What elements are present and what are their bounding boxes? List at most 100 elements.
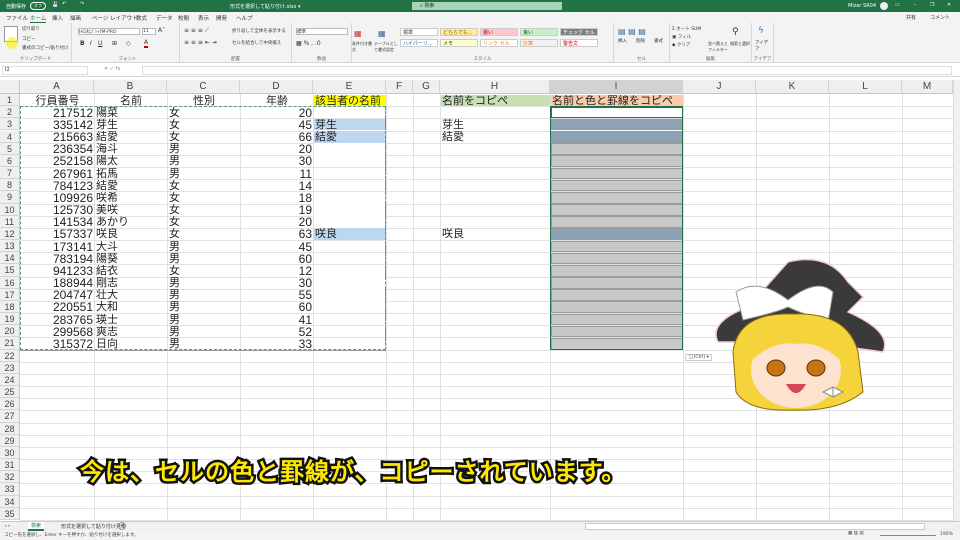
- format-painter-button[interactable]: 書式のコピー/貼り付け: [22, 45, 69, 51]
- cell-style-6[interactable]: メモ: [440, 39, 478, 47]
- column-header-K[interactable]: K: [756, 80, 829, 94]
- conditional-format-icon[interactable]: ▦: [354, 29, 362, 38]
- ideas-button[interactable]: アイデア: [755, 40, 769, 52]
- row-header-21[interactable]: 21: [0, 337, 20, 350]
- font-size-select[interactable]: 11: [142, 28, 156, 35]
- underline-button[interactable]: U: [98, 40, 102, 47]
- row-header-6[interactable]: 6: [0, 154, 20, 167]
- delete-button[interactable]: 削除: [636, 38, 645, 44]
- sheet-tab-search[interactable]: 検索: [28, 522, 45, 531]
- tab-3[interactable]: 描画: [70, 14, 81, 22]
- cell-H1[interactable]: 名前をコピペ: [441, 94, 550, 107]
- column-header-B[interactable]: B: [94, 80, 167, 94]
- row-header-7[interactable]: 7: [0, 167, 20, 180]
- sort-filter-button[interactable]: 並べ替えとフィルター: [708, 41, 730, 53]
- row-header-33[interactable]: 33: [0, 483, 20, 496]
- row-header-28[interactable]: 28: [0, 422, 20, 435]
- autosum-button[interactable]: Σ オート SUM: [672, 26, 701, 32]
- number-format-icons[interactable]: ▦ % , .0: [296, 40, 321, 47]
- column-header-J[interactable]: J: [683, 80, 756, 94]
- search-box[interactable]: ⌕ 検索: [412, 2, 562, 10]
- fill-color-icon[interactable]: ◇: [126, 40, 131, 47]
- comment-button[interactable]: コメント: [930, 14, 950, 21]
- tab-4[interactable]: ページ レイアウト: [92, 14, 138, 22]
- row-header-30[interactable]: 30: [0, 446, 20, 460]
- horizontal-scrollbar[interactable]: [585, 523, 925, 530]
- align-left-icons[interactable]: ≡ ≡ ≡ ⇤ ⇥: [184, 39, 217, 46]
- bold-button[interactable]: B: [80, 40, 85, 47]
- column-header-D[interactable]: D: [240, 80, 313, 94]
- row-header-15[interactable]: 15: [0, 264, 20, 277]
- fill-button[interactable]: ▣ フィル: [672, 34, 691, 40]
- column-header-L[interactable]: L: [829, 80, 902, 94]
- italic-button[interactable]: I: [90, 40, 92, 47]
- copy-button[interactable]: コピー: [22, 36, 36, 42]
- number-format-select[interactable]: 標準: [296, 28, 348, 35]
- cell-style-5[interactable]: ハイパーリ...: [400, 39, 438, 47]
- formula-input[interactable]: [142, 66, 952, 75]
- column-header-F[interactable]: F: [386, 80, 413, 94]
- tab-2[interactable]: 挿入: [52, 14, 63, 22]
- avatar[interactable]: [880, 2, 888, 10]
- cell-style-0[interactable]: 標準: [400, 28, 438, 36]
- ribbon-display-icon[interactable]: ▭: [895, 2, 900, 8]
- tab-5[interactable]: 数式: [136, 14, 147, 22]
- tab-9[interactable]: 開発: [216, 14, 227, 22]
- name-box[interactable]: I2: [2, 66, 88, 75]
- redo-icon[interactable]: ↷: [80, 1, 84, 7]
- tab-10[interactable]: ヘルプ: [236, 14, 253, 22]
- row-header-8[interactable]: 8: [0, 179, 20, 192]
- tab-1[interactable]: ホーム: [30, 14, 47, 23]
- row-header-32[interactable]: 32: [0, 471, 20, 484]
- conditional-format-button[interactable]: 条件付き書式: [352, 41, 374, 53]
- row-header-23[interactable]: 23: [0, 361, 20, 374]
- row-header-35[interactable]: 35: [0, 507, 20, 520]
- row-header-24[interactable]: 24: [0, 373, 20, 387]
- select-all-button[interactable]: [0, 80, 20, 94]
- row-header-17[interactable]: 17: [0, 288, 20, 301]
- column-header-C[interactable]: C: [167, 80, 240, 94]
- cell-style-7[interactable]: リンク セル: [480, 39, 518, 47]
- cell-B1[interactable]: 名前: [95, 95, 167, 107]
- row-header-13[interactable]: 13: [0, 240, 20, 253]
- row-header-19[interactable]: 19: [0, 313, 20, 326]
- row-header-4[interactable]: 4: [0, 130, 20, 143]
- row-header-14[interactable]: 14: [0, 252, 20, 265]
- minimize-icon[interactable]: –: [914, 2, 917, 8]
- tab-0[interactable]: ファイル: [6, 14, 28, 22]
- format-button[interactable]: 書式: [654, 38, 663, 44]
- merge-center-button[interactable]: セルを結合して中央揃え: [232, 40, 281, 46]
- share-button[interactable]: 共有: [906, 14, 916, 21]
- row-header-1[interactable]: 1: [0, 94, 20, 107]
- cell-C1[interactable]: 性別: [168, 95, 240, 107]
- clear-button[interactable]: ◆ クリア: [672, 42, 690, 48]
- row-header-31[interactable]: 31: [0, 459, 20, 472]
- font-color-icon[interactable]: A: [144, 39, 149, 48]
- cell-H12[interactable]: 咲良: [441, 228, 550, 240]
- row-header-27[interactable]: 27: [0, 410, 20, 423]
- wrap-text-button[interactable]: 折り返して全体を表示する: [232, 28, 286, 34]
- cell-E1[interactable]: 該当者の名前: [314, 94, 386, 107]
- maximize-icon[interactable]: ❐: [930, 2, 934, 8]
- column-header-G[interactable]: G: [413, 80, 440, 94]
- row-header-9[interactable]: 9: [0, 191, 20, 204]
- view-buttons[interactable]: ▦ ▥ ▤: [848, 531, 864, 536]
- column-header-I[interactable]: I: [550, 80, 683, 94]
- row-header-29[interactable]: 29: [0, 434, 20, 447]
- cell-style-3[interactable]: 良い: [520, 28, 558, 36]
- cut-button[interactable]: 切り取り: [22, 26, 40, 32]
- cell-H4[interactable]: 結愛: [441, 131, 550, 143]
- border-icon[interactable]: ⊞: [112, 40, 117, 47]
- row-header-2[interactable]: 2: [0, 106, 20, 119]
- sheet-nav-arrows[interactable]: ◂ ▸: [4, 523, 11, 529]
- autosave-toggle[interactable]: オフ: [30, 2, 46, 10]
- cell-A1[interactable]: 行員番号: [21, 95, 94, 107]
- format-as-table-button[interactable]: テーブルとして書式設定: [374, 41, 398, 53]
- row-header-22[interactable]: 22: [0, 349, 20, 362]
- cell-style-1[interactable]: どちらでも...: [440, 28, 478, 36]
- row-header-26[interactable]: 26: [0, 398, 20, 411]
- find-select-button[interactable]: 検索と選択: [730, 41, 750, 47]
- column-header-M[interactable]: M: [902, 80, 953, 94]
- vertical-scrollbar[interactable]: [953, 80, 960, 521]
- row-header-11[interactable]: 11: [0, 215, 20, 228]
